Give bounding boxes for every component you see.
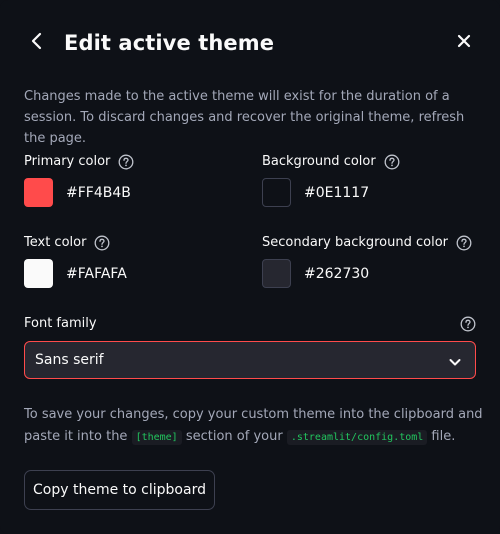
back-button[interactable] [26,32,48,54]
text-color-swatch[interactable] [24,259,53,288]
config-file-code: .streamlit/config.toml [286,430,428,445]
font-family-select[interactable]: Sans serif [24,341,476,379]
secondary-background-color-label: Secondary background color [262,234,472,252]
edit-theme-dialog: Edit active theme Changes made to the ac… [0,0,500,534]
save-instructions-middle: section of your [181,429,287,444]
question-circle-icon[interactable] [460,316,476,332]
secondary-background-color-swatch[interactable] [262,259,291,288]
background-color-label-text: Background color [262,154,376,169]
save-instructions-end: file. [427,429,456,444]
font-family-label: Font family [24,316,97,331]
background-color-label: Background color [262,153,400,171]
save-instructions: To save your changes, copy your custom t… [24,404,484,449]
question-circle-icon[interactable] [94,235,110,251]
primary-color-swatch[interactable] [24,178,53,207]
copy-theme-button[interactable]: Copy theme to clipboard [24,470,215,510]
primary-color-value: #FF4B4B [66,185,131,201]
theme-section-code: [theme] [131,430,182,445]
secondary-background-color-label-text: Secondary background color [262,235,449,250]
chevron-down-icon [448,354,462,368]
dialog-header: Edit active theme [0,24,500,62]
close-icon [457,33,471,52]
question-circle-icon[interactable] [118,154,134,170]
question-circle-icon[interactable] [384,154,400,170]
question-circle-icon[interactable] [456,235,472,251]
chevron-left-icon [30,32,44,54]
dialog-description: Changes made to the active theme will ex… [24,89,465,146]
secondary-background-color-value: #262730 [304,266,370,282]
text-color-label: Text color [24,234,110,252]
background-color-value: #0E1117 [304,185,370,201]
close-button[interactable] [454,32,474,52]
text-color-value: #FAFAFA [66,266,127,282]
font-family-selected-value: Sans serif [35,352,104,368]
primary-color-label: Primary color [24,153,134,171]
dialog-title: Edit active theme [64,31,275,55]
primary-color-label-text: Primary color [24,154,111,169]
text-color-label-text: Text color [24,235,87,250]
background-color-swatch[interactable] [262,178,291,207]
